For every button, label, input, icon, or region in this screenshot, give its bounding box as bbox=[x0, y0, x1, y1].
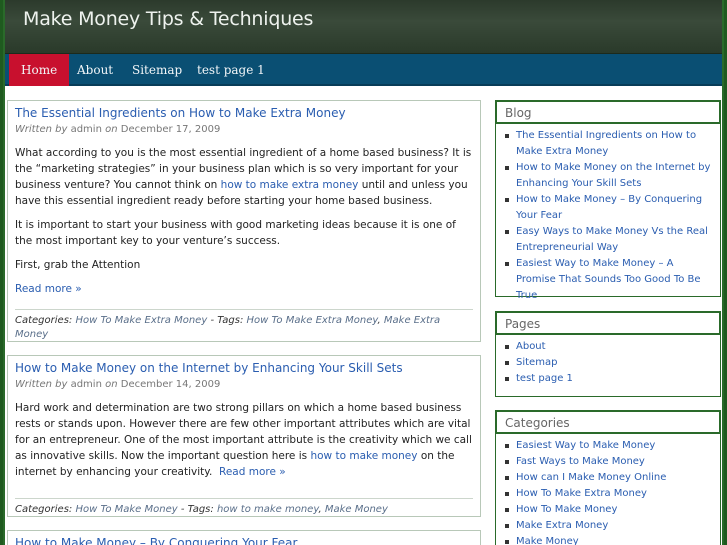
read-more-link[interactable]: Read more » bbox=[219, 466, 286, 478]
categories-label: Categories: bbox=[15, 504, 73, 515]
widget-title: Blog bbox=[495, 100, 721, 124]
blog-list-item[interactable]: The Essential Ingredients on How to Make… bbox=[504, 128, 712, 160]
blog-list: The Essential Ingredients on How to Make… bbox=[496, 124, 720, 310]
blog-list-item[interactable]: Easy Ways to Make Money Vs the Real Entr… bbox=[504, 224, 712, 256]
pages-list-item[interactable]: test page 1 bbox=[504, 371, 712, 387]
blog-list-item[interactable]: How to Make Money on the Internet by Enh… bbox=[504, 160, 712, 192]
main-nav: Home About Sitemap test page 1 bbox=[5, 54, 722, 86]
categories-list-item[interactable]: Make Extra Money bbox=[504, 518, 712, 534]
post-card: How to Make Money on the Internet by Enh… bbox=[7, 355, 481, 517]
nav-item-test-page-1[interactable]: test page 1 bbox=[185, 54, 277, 86]
page-frame: Make Money Tips & Techniques Home About … bbox=[3, 0, 724, 545]
post-title-link[interactable]: How to Make Money on the Internet by Enh… bbox=[15, 360, 473, 376]
blog-list-item[interactable]: How to Make Money – By Conquering Your F… bbox=[504, 192, 712, 224]
blog-list-item[interactable]: Easiest Way to Make Money – A Promise Th… bbox=[504, 256, 712, 304]
nav-item-sitemap[interactable]: Sitemap bbox=[120, 54, 194, 86]
nav-item-home[interactable]: Home bbox=[9, 54, 70, 86]
meta-author: admin bbox=[70, 124, 102, 135]
categories-list-item[interactable]: Easiest Way to Make Money bbox=[504, 438, 712, 454]
meta-written-by: Written by bbox=[15, 379, 68, 390]
category-link[interactable]: How To Make Extra Money bbox=[75, 315, 207, 326]
blog-widget: Blog The Essential Ingredients on How to… bbox=[495, 100, 721, 301]
pages-widget: Pages About Sitemap test page 1 bbox=[495, 311, 721, 397]
post-meta: Written by admin on December 14, 2009 bbox=[15, 378, 473, 392]
post-card: The Essential Ingredients on How to Make… bbox=[7, 100, 481, 342]
categories-list-item[interactable]: How can I Make Money Online bbox=[504, 470, 712, 486]
meta-date: December 17, 2009 bbox=[120, 124, 221, 135]
post-paragraph: What according to you is the most essent… bbox=[15, 145, 473, 209]
pages-list-item[interactable]: Sitemap bbox=[504, 355, 712, 371]
categories-list-item[interactable]: How To Make Extra Money bbox=[504, 486, 712, 502]
widget-title: Pages bbox=[495, 311, 721, 335]
post-meta: Written by admin on December 17, 2009 bbox=[15, 123, 473, 137]
site-title[interactable]: Make Money Tips & Techniques bbox=[23, 8, 313, 30]
pages-list-item[interactable]: About bbox=[504, 339, 712, 355]
tag-link[interactable]: Make Money bbox=[325, 504, 388, 515]
meta-written-by: Written by bbox=[15, 124, 68, 135]
post-paragraph: First, grab the Attention bbox=[15, 259, 141, 271]
categories-widget: Categories Easiest Way to Make Money Fas… bbox=[495, 410, 721, 545]
meta-date: December 14, 2009 bbox=[120, 379, 221, 390]
post-categories: Categories: How To Make Money - Tags: ho… bbox=[15, 498, 473, 522]
tags-label: - Tags: bbox=[180, 504, 214, 515]
inline-link[interactable]: how to make money bbox=[310, 450, 417, 462]
meta-author: admin bbox=[70, 379, 102, 390]
categories-list-item[interactable]: Make Money bbox=[504, 534, 712, 545]
nav-item-about[interactable]: About bbox=[65, 54, 125, 86]
meta-on: on bbox=[105, 379, 118, 390]
inline-link[interactable]: how to make extra money bbox=[221, 179, 359, 191]
tag-link[interactable]: how to make money bbox=[217, 504, 319, 515]
tag-link[interactable]: How To Make Extra Money bbox=[247, 315, 378, 326]
post-title-link[interactable]: How to Make Money – By Conquering Your F… bbox=[15, 535, 473, 545]
site-header: Make Money Tips & Techniques bbox=[5, 0, 722, 54]
widget-title: Categories bbox=[495, 410, 721, 434]
read-more-link[interactable]: Read more » bbox=[15, 283, 473, 295]
post-categories: Categories: How To Make Extra Money - Ta… bbox=[15, 309, 473, 347]
post-paragraph: It is important to start your business w… bbox=[15, 219, 456, 247]
post-card: How to Make Money – By Conquering Your F… bbox=[7, 530, 481, 545]
categories-list-item[interactable]: Fast Ways to Make Money bbox=[504, 454, 712, 470]
categories-list-item[interactable]: How To Make Money bbox=[504, 502, 712, 518]
main-content: The Essential Ingredients on How to Make… bbox=[7, 100, 481, 545]
meta-on: on bbox=[105, 124, 118, 135]
tags-label: - Tags: bbox=[210, 315, 244, 326]
pages-list: About Sitemap test page 1 bbox=[496, 335, 720, 393]
category-link[interactable]: How To Make Money bbox=[75, 504, 177, 515]
categories-label: Categories: bbox=[15, 315, 73, 326]
categories-list: Easiest Way to Make Money Fast Ways to M… bbox=[496, 434, 720, 545]
post-title-link[interactable]: The Essential Ingredients on How to Make… bbox=[15, 105, 473, 121]
post-paragraph: Hard work and determination are two stro… bbox=[15, 400, 473, 480]
